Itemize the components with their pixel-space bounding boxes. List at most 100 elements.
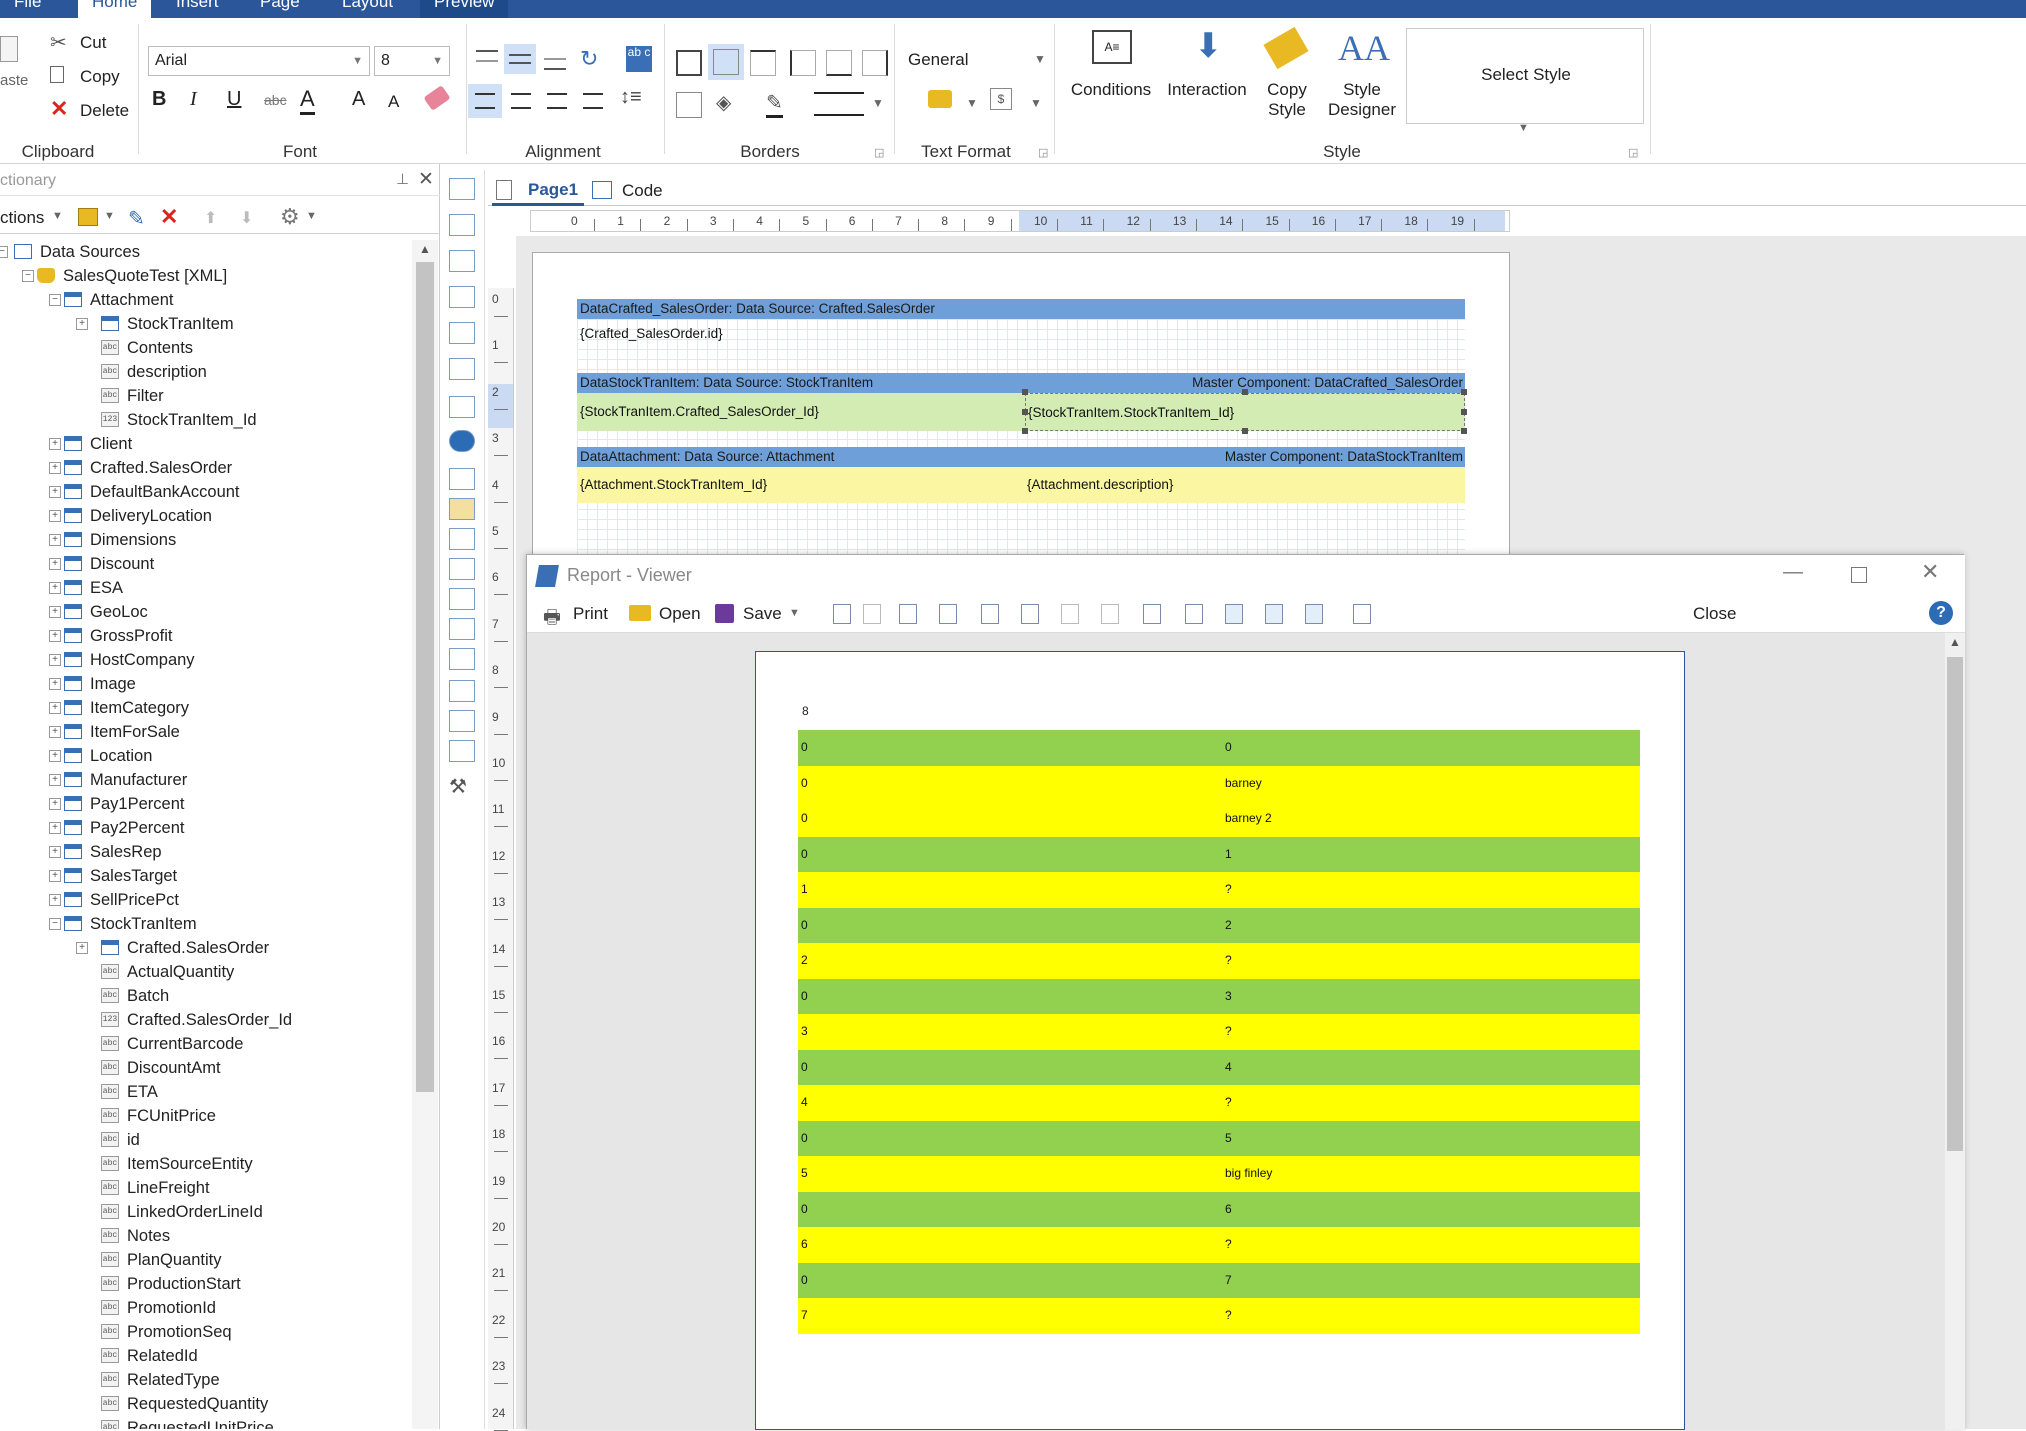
tree-item[interactable]: − Data Sources <box>0 240 412 264</box>
tab-code[interactable]: Code <box>592 174 672 206</box>
bottom-border-button[interactable] <box>826 50 852 76</box>
selection-handle[interactable] <box>1461 428 1467 434</box>
actions-menu[interactable]: ctions <box>0 208 44 228</box>
full-screen-icon[interactable] <box>1185 604 1203 624</box>
tree-item[interactable]: abc LineFreight <box>0 1176 412 1200</box>
align-bottom-button[interactable] <box>540 46 570 72</box>
container-icon[interactable] <box>449 618 475 640</box>
edit-report-icon[interactable] <box>899 604 917 624</box>
tree-item[interactable]: + ItemForSale <box>0 720 412 744</box>
move-up-icon[interactable]: ⬆ <box>204 208 217 228</box>
band-header-stock-tran-item[interactable]: DataStockTranItem: Data Source: StockTra… <box>577 373 1465 393</box>
pin-icon[interactable]: ⊥ <box>396 170 409 188</box>
delete-icon[interactable]: ✕ <box>160 204 178 230</box>
expand-icon[interactable]: + <box>49 822 61 834</box>
menu-home[interactable]: Home <box>78 0 152 18</box>
border-style-button[interactable] <box>814 92 864 116</box>
format-date-icon[interactable]: $ <box>990 88 1012 110</box>
font-color-button[interactable]: A <box>300 86 315 115</box>
gauge-icon[interactable] <box>449 396 475 418</box>
menu-insert[interactable]: Insert <box>162 0 233 18</box>
wrench-icon[interactable]: ⚒ <box>449 774 475 798</box>
tree-item[interactable]: + Manufacturer <box>0 768 412 792</box>
tree-item[interactable]: abc ItemSourceEntity <box>0 1152 412 1176</box>
collapse-icon[interactable]: − <box>49 918 61 930</box>
text-box-icon[interactable] <box>449 710 475 732</box>
close-icon[interactable]: ✕ <box>418 168 434 191</box>
right-border-button[interactable] <box>862 50 888 76</box>
tree-item[interactable]: + HostCompany <box>0 648 412 672</box>
bookmarks-icon[interactable] <box>981 604 999 624</box>
barcode-icon[interactable] <box>449 286 475 308</box>
line-spacing-icon[interactable]: ↕≡ <box>620 86 642 109</box>
font-size-combo[interactable]: 8 ▼ <box>374 46 450 76</box>
tree-item[interactable]: abc PlanQuantity <box>0 1248 412 1272</box>
tree-item[interactable]: abc LinkedOrderLineId <box>0 1200 412 1224</box>
expand-icon[interactable]: + <box>49 726 61 738</box>
expand-icon[interactable]: + <box>49 558 61 570</box>
menu-preview[interactable]: Preview <box>420 0 509 18</box>
align-middle-button[interactable] <box>504 44 536 74</box>
expand-icon[interactable]: + <box>49 606 61 618</box>
tree-item[interactable]: + SellPricePct <box>0 888 412 912</box>
align-right-button[interactable] <box>544 88 570 114</box>
find-text-icon[interactable] <box>1143 604 1161 624</box>
band-header-attachment[interactable]: DataAttachment: Data Source: Attachment … <box>577 447 1465 467</box>
close-window-icon[interactable]: ✕ <box>1921 559 1939 585</box>
cross-tab-icon[interactable] <box>449 250 475 272</box>
shrink-font-button[interactable]: A <box>388 92 399 112</box>
band-stock-tran-item[interactable]: {StockTranItem.Crafted_SalesOrder_Id} {S… <box>577 389 1467 434</box>
menu-file[interactable]: File <box>0 0 55 18</box>
tree-item[interactable]: abc Notes <box>0 1224 412 1248</box>
style-designer-button[interactable]: AA Style Designer <box>1322 28 1402 140</box>
interaction-button[interactable]: ⬇ Interaction <box>1164 28 1250 120</box>
expand-icon[interactable]: + <box>49 438 61 450</box>
expand-icon[interactable]: + <box>49 870 61 882</box>
tree-item[interactable]: abc ProductionStart <box>0 1272 412 1296</box>
tree-item[interactable]: − SalesQuoteTest [XML] <box>0 264 412 288</box>
tree-item[interactable]: − Attachment <box>0 288 412 312</box>
sub-report-icon[interactable] <box>449 648 475 670</box>
italic-button[interactable]: I <box>190 88 197 111</box>
tree-item[interactable]: + Discount <box>0 552 412 576</box>
field-stocktranitem-salesorder-id[interactable]: {StockTranItem.Crafted_SalesOrder_Id} <box>580 393 819 431</box>
expand-icon[interactable]: + <box>49 510 61 522</box>
expand-icon[interactable]: + <box>49 486 61 498</box>
save-button[interactable]: Save ▼ <box>715 601 805 627</box>
tree-item[interactable]: abc ETA <box>0 1080 412 1104</box>
rotate-icon[interactable]: ↻ <box>580 46 598 72</box>
chevron-down-icon[interactable]: ▼ <box>1518 122 1529 134</box>
tree-item[interactable]: abc description <box>0 360 412 384</box>
expand-icon[interactable]: + <box>49 750 61 762</box>
page-header-icon[interactable] <box>449 178 475 200</box>
cut-button[interactable]: ✂ Cut <box>50 30 150 56</box>
tree-item[interactable]: + ItemCategory <box>0 696 412 720</box>
field-attachment-description[interactable]: {Attachment.description} <box>1027 467 1173 503</box>
word-wrap-icon[interactable]: ab c <box>626 46 652 72</box>
strikethrough-button[interactable]: abc <box>264 92 287 108</box>
maximize-icon[interactable] <box>1851 567 1867 583</box>
expand-icon[interactable]: + <box>76 318 88 330</box>
new-datasource-icon[interactable] <box>78 208 98 226</box>
expand-icon[interactable]: + <box>49 894 61 906</box>
open-button[interactable]: Open <box>629 601 709 627</box>
delete-button[interactable]: ✕ Delete <box>50 96 150 124</box>
border-shadow-button[interactable] <box>676 92 702 118</box>
select-style-gallery[interactable]: Select Style <box>1406 28 1644 124</box>
justify-button[interactable] <box>580 88 606 114</box>
signature-icon[interactable] <box>1101 604 1119 624</box>
single-page-icon[interactable] <box>1225 604 1243 624</box>
collapse-icon[interactable]: − <box>49 294 61 306</box>
chevron-down-icon[interactable]: ▼ <box>52 210 63 222</box>
tree-item[interactable]: + Pay2Percent <box>0 816 412 840</box>
collapse-icon[interactable]: − <box>22 270 34 282</box>
tree-item[interactable]: + Dimensions <box>0 528 412 552</box>
format-currency-icon[interactable] <box>928 90 952 108</box>
help-icon[interactable]: ? <box>1929 601 1953 625</box>
selection-handle[interactable] <box>1242 389 1248 395</box>
multi-page-icon[interactable] <box>1305 604 1323 624</box>
scroll-up-icon[interactable]: ▲ <box>1949 635 1961 649</box>
selection-handle[interactable] <box>1022 428 1028 434</box>
tree-item[interactable]: abc RequestedQuantity <box>0 1392 412 1416</box>
parameters-icon[interactable] <box>1021 604 1039 624</box>
